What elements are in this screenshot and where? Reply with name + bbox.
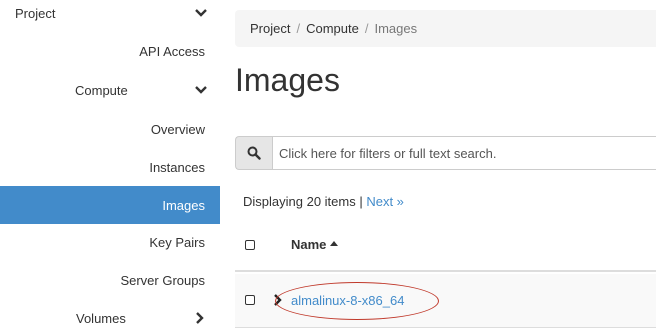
sidebar-item-label: Compute bbox=[75, 82, 128, 98]
breadcrumb-item-images: Images bbox=[374, 21, 418, 36]
next-page-link[interactable]: Next » bbox=[366, 194, 404, 209]
search-icon bbox=[247, 146, 261, 160]
count-text: Displaying 20 items | bbox=[243, 194, 363, 209]
sidebar-item-overview[interactable]: Overview bbox=[0, 110, 220, 148]
item-count: Displaying 20 items | Next » bbox=[243, 194, 404, 209]
sidebar: Project API Access Compute Overview Inst… bbox=[0, 0, 220, 334]
column-header-name[interactable]: Name bbox=[291, 237, 339, 252]
search-bar bbox=[235, 136, 656, 170]
sidebar-item-project[interactable]: Project bbox=[0, 0, 220, 32]
image-name-link[interactable]: almalinux-8-x86_64 bbox=[291, 293, 404, 308]
main-content: Project / Compute / Images Images Displa… bbox=[220, 0, 656, 334]
sidebar-item-volumes[interactable]: Volumes bbox=[0, 299, 220, 334]
chevron-down-icon bbox=[195, 8, 207, 18]
breadcrumb: Project / Compute / Images bbox=[235, 10, 656, 47]
sidebar-item-label: Instances bbox=[149, 159, 205, 175]
sidebar-item-label: Overview bbox=[150, 121, 205, 137]
sidebar-item-label: Volumes bbox=[76, 310, 126, 326]
search-input[interactable] bbox=[272, 136, 656, 170]
breadcrumb-item-compute[interactable]: Compute bbox=[306, 21, 359, 36]
table-row: almalinux-8-x86_64 bbox=[235, 274, 656, 328]
sidebar-item-key-pairs[interactable]: Key Pairs bbox=[0, 223, 220, 261]
page-title: Images bbox=[235, 62, 340, 98]
expand-row-icon[interactable] bbox=[273, 293, 283, 307]
select-all-checkbox[interactable] bbox=[245, 240, 255, 250]
column-header-label: Name bbox=[291, 237, 327, 252]
sidebar-item-label: Images bbox=[162, 197, 205, 213]
sidebar-item-api-access[interactable]: API Access bbox=[0, 32, 220, 70]
breadcrumb-separator: / bbox=[296, 21, 301, 36]
sidebar-item-instances[interactable]: Instances bbox=[0, 148, 220, 186]
breadcrumb-separator: / bbox=[364, 21, 369, 36]
sidebar-item-server-groups[interactable]: Server Groups bbox=[0, 261, 220, 299]
sidebar-item-label: Server Groups bbox=[120, 272, 205, 288]
row-checkbox[interactable] bbox=[245, 295, 255, 305]
sidebar-item-images[interactable]: Images bbox=[0, 186, 220, 224]
sidebar-item-label: Project bbox=[15, 5, 56, 21]
chevron-down-icon bbox=[195, 85, 207, 95]
sidebar-item-label: Key Pairs bbox=[149, 234, 205, 250]
breadcrumb-item-project[interactable]: Project bbox=[250, 21, 290, 36]
table-header: Name bbox=[235, 228, 656, 272]
sort-ascending-icon bbox=[330, 241, 339, 246]
search-button[interactable] bbox=[235, 136, 272, 170]
sidebar-item-label: API Access bbox=[139, 43, 205, 59]
sidebar-item-compute[interactable]: Compute bbox=[0, 71, 220, 109]
chevron-right-icon bbox=[195, 312, 205, 324]
